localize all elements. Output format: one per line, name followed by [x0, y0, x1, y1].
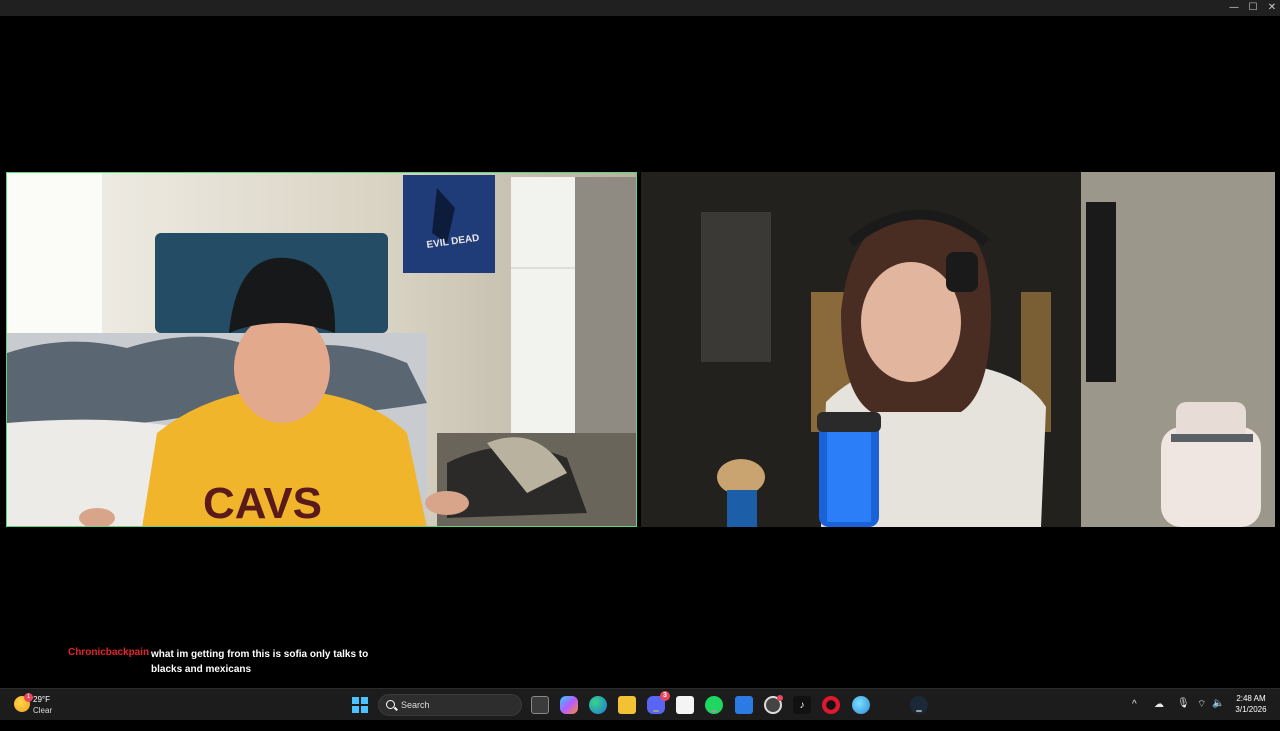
weather-temperature: 29°F	[33, 695, 50, 704]
globe-icon[interactable]	[852, 696, 870, 714]
clock[interactable]: 2:48 AM 3/1/2026	[1226, 693, 1276, 715]
volume-icon[interactable]: 🔈	[1212, 698, 1224, 730]
chat-username: Chronicbackpain	[68, 647, 150, 658]
wifi-icon[interactable]: ⌔	[1197, 698, 1206, 730]
file-explorer-icon[interactable]	[618, 696, 636, 714]
chat-message: what im getting from this is sofia only …	[151, 649, 369, 675]
weather-badge: 1	[24, 693, 33, 702]
discord-badge: 3	[660, 691, 670, 701]
clock-date: 3/1/2026	[1235, 705, 1267, 714]
weather-widget[interactable]: 1 29°F Clear	[12, 693, 72, 717]
tray-overflow-icon[interactable]: ^	[1132, 699, 1137, 731]
file-manager-icon[interactable]	[531, 696, 549, 714]
start-icon[interactable]	[352, 697, 368, 713]
video-tile-left[interactable]: EVIL DEAD CAVS	[6, 172, 637, 527]
discord-icon[interactable]: 3	[647, 691, 670, 714]
minimize-button[interactable]: —	[1224, 0, 1244, 16]
close-button[interactable]: ✕	[1262, 0, 1280, 16]
maximize-button[interactable]: ☐	[1243, 0, 1263, 16]
store-icon[interactable]	[676, 696, 694, 714]
webcam-feed-left: EVIL DEAD CAVS	[7, 173, 636, 527]
microphone-icon[interactable]: 🎙	[1177, 698, 1190, 730]
tiktok-icon[interactable]: ♪	[793, 696, 811, 714]
settings-icon[interactable]	[764, 695, 783, 714]
edge-icon[interactable]	[589, 696, 607, 714]
weather-condition: Clear	[33, 706, 53, 715]
steam-icon[interactable]	[910, 696, 928, 714]
shirt-text: CAVS	[203, 479, 322, 527]
mail-icon[interactable]	[735, 696, 753, 714]
video-tile-right[interactable]	[641, 172, 1275, 527]
clock-time: 2:48 AM	[1236, 694, 1266, 703]
spotify-icon[interactable]	[705, 696, 723, 714]
search-input[interactable]: Search	[378, 694, 522, 716]
opera-icon[interactable]	[822, 696, 840, 714]
webcam-feed-right	[641, 172, 1275, 527]
search-placeholder: Search	[401, 700, 430, 710]
window-titlebar: — ☐ ✕	[0, 0, 1280, 16]
copilot-icon[interactable]	[560, 696, 578, 714]
cloud-icon[interactable]: ☁	[1154, 699, 1164, 731]
taskbar: 1 29°F Clear Search 3 ♪ ^ ☁ 🎙 ⌔ 🔈 2:48 A…	[0, 688, 1280, 720]
search-icon	[386, 700, 395, 709]
